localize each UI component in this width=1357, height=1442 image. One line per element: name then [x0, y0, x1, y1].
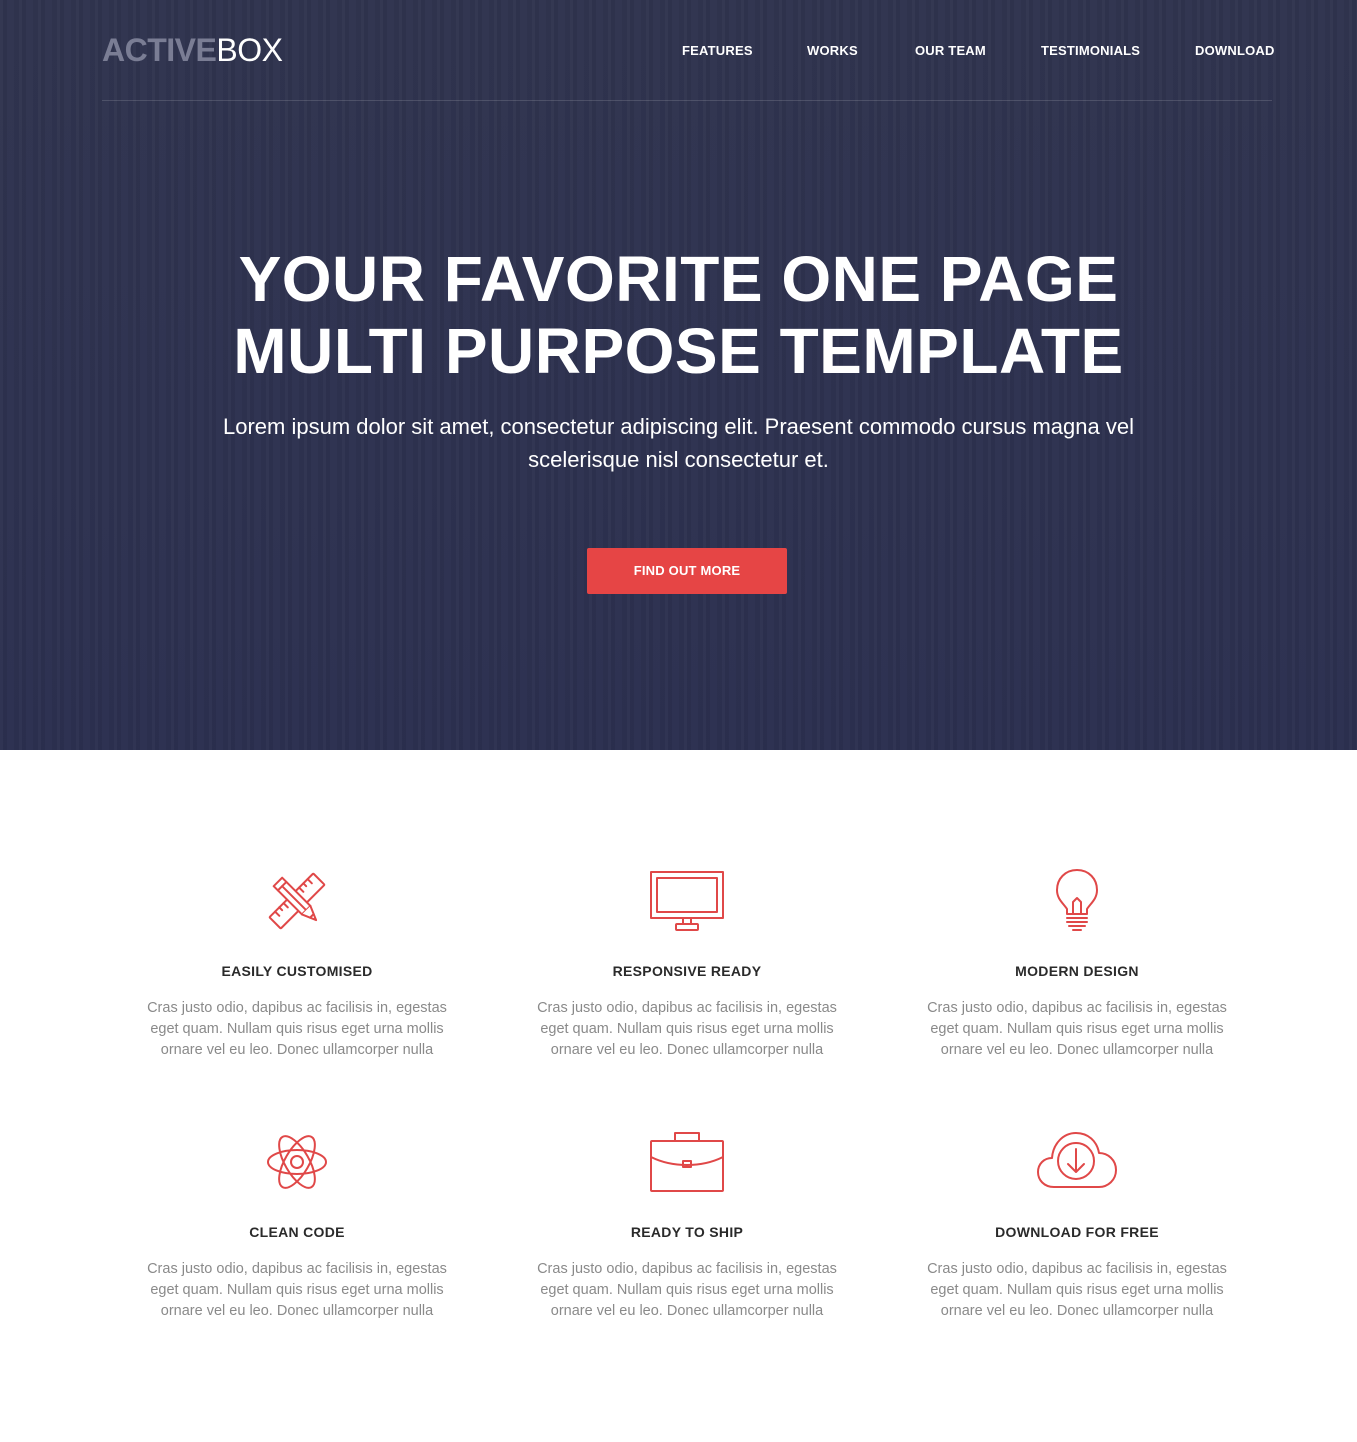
features-section: EASILY CUSTOMISED Cras justo odio, dapib… — [0, 750, 1357, 1442]
feature-description: Cras justo odio, dapibus ac facilisis in… — [537, 1261, 837, 1319]
nav-divider — [102, 100, 1272, 101]
feature-modern-design: MODERN DESIGN Cras justo odio, dapibus a… — [927, 868, 1227, 1061]
hero-title-line-2: MULTI PURPOSE TEMPLATE — [233, 315, 1124, 387]
feature-title: DOWNLOAD FOR FREE — [995, 1224, 1159, 1240]
feature-title: CLEAN CODE — [249, 1224, 345, 1240]
feature-download-for-free: DOWNLOAD FOR FREE Cras justo odio, dapib… — [927, 1129, 1227, 1322]
briefcase-icon — [537, 1129, 837, 1195]
cloud-download-icon — [927, 1129, 1227, 1195]
feature-easily-customised: EASILY CUSTOMISED Cras justo odio, dapib… — [147, 868, 447, 1061]
monitor-icon — [537, 868, 837, 934]
nav-item-features[interactable]: FEATURES — [682, 42, 753, 60]
feature-title: READY TO SHIP — [630, 1224, 744, 1240]
feature-description: Cras justo odio, dapibus ac facilisis in… — [147, 1000, 447, 1058]
feature-ready-to-ship: READY TO SHIP Cras justo odio, dapibus a… — [537, 1129, 837, 1322]
nav-item-works[interactable]: WORKS — [807, 42, 858, 60]
feature-description: Cras justo odio, dapibus ac facilisis in… — [147, 1261, 447, 1319]
hero-subtitle: Lorem ipsum dolor sit amet, consectetur … — [223, 414, 1134, 472]
feature-clean-code: CLEAN CODE Cras justo odio, dapibus ac f… — [147, 1129, 447, 1322]
feature-title: RESPONSIVE READY — [612, 963, 762, 979]
lightbulb-icon — [927, 868, 1227, 934]
find-out-more-button[interactable]: FIND OUT MORE — [587, 548, 787, 594]
hero-title: YOUR FAVORITE ONE PAGE MULTI PURPOSE TEM… — [0, 243, 1357, 387]
feature-description: Cras justo odio, dapibus ac facilisis in… — [927, 1000, 1227, 1058]
brand-logo[interactable]: ACTIVEBOX — [102, 32, 283, 68]
feature-title: EASILY CUSTOMISED — [221, 963, 373, 979]
feature-responsive-ready: RESPONSIVE READY Cras justo odio, dapibu… — [537, 868, 837, 1061]
nav-item-our-team[interactable]: OUR TEAM — [915, 42, 986, 60]
brand-logo-strong: ACTIVE — [102, 32, 217, 68]
feature-description: Cras justo odio, dapibus ac facilisis in… — [537, 1000, 837, 1058]
hero-section: ACTIVEBOX FEATURES WORKS OUR TEAM TESTIM… — [0, 0, 1357, 750]
nav-item-testimonials[interactable]: TESTIMONIALS — [1041, 42, 1140, 60]
nav-item-download[interactable]: DOWNLOAD — [1195, 42, 1275, 60]
feature-title: MODERN DESIGN — [1015, 963, 1139, 979]
brand-logo-light: BOX — [216, 32, 283, 68]
hero-title-line-1: YOUR FAVORITE ONE PAGE — [238, 243, 1119, 315]
atom-icon — [147, 1129, 447, 1195]
feature-description: Cras justo odio, dapibus ac facilisis in… — [927, 1261, 1227, 1319]
pencil-ruler-icon — [147, 868, 447, 934]
